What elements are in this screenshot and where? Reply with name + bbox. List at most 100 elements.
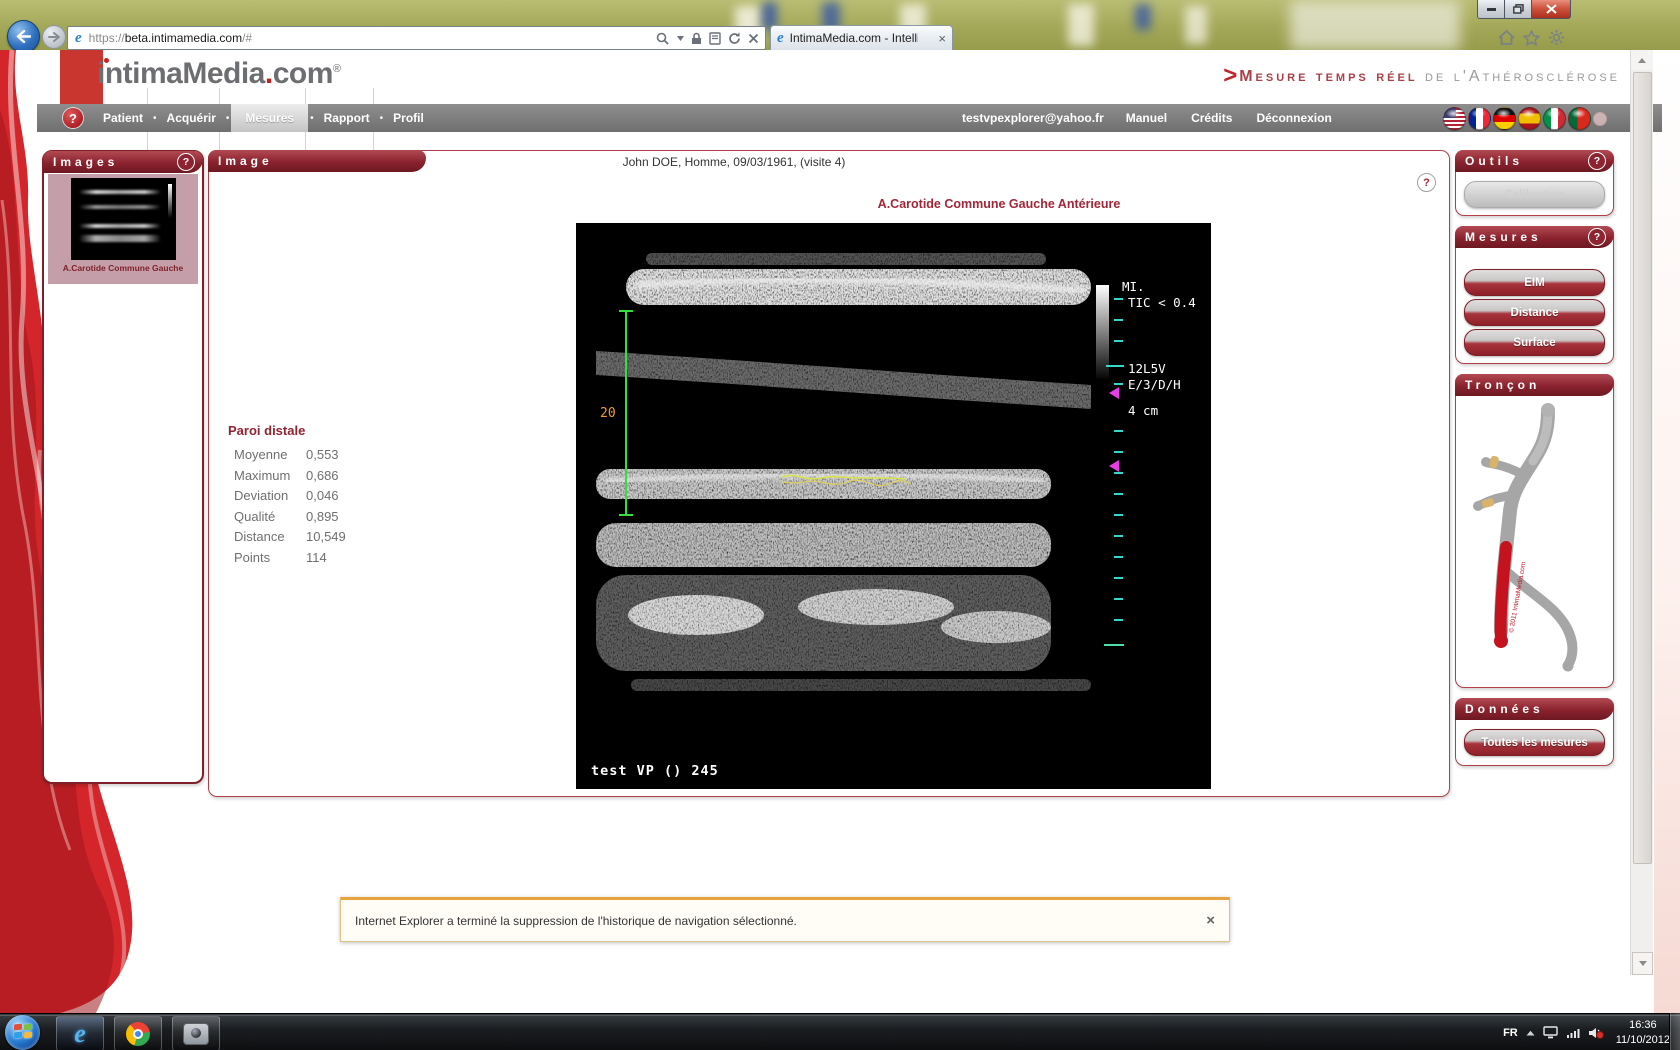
images-help-icon[interactable]: ? bbox=[177, 153, 195, 171]
taskbar-clock[interactable]: 16:36 11/10/2012 bbox=[1616, 1018, 1670, 1048]
chrome-icon bbox=[126, 1022, 150, 1046]
windows-flag-icon bbox=[24, 1032, 32, 1039]
troncon-panel: Tronçon © 2011 IntimaMedia.com bbox=[1455, 374, 1614, 688]
nav-item[interactable]: Rapport bbox=[316, 104, 378, 132]
show-desktop-button[interactable] bbox=[1669, 1013, 1680, 1050]
windows-flag-icon bbox=[14, 1032, 22, 1039]
measure-button[interactable]: Surface bbox=[1464, 329, 1605, 356]
flag-english-icon[interactable] bbox=[1443, 107, 1466, 130]
scrollbar-up-button[interactable] bbox=[1631, 50, 1653, 70]
system-tray: FR 16:36 11/10/2012 bbox=[1503, 1014, 1670, 1050]
tools-panel-title: Outils bbox=[1465, 154, 1523, 168]
tray-display-icon[interactable] bbox=[1543, 1026, 1558, 1039]
artery-diagram[interactable]: © 2011 IntimaMedia.com bbox=[1460, 401, 1610, 681]
address-bar[interactable]: e https://beta.intimamedia.com/# bbox=[67, 26, 766, 50]
flag-portuguese-icon[interactable] bbox=[1568, 107, 1591, 130]
nav-item[interactable]: Patient bbox=[95, 104, 151, 132]
page-right-strip bbox=[1654, 50, 1680, 1013]
ultrasound-thumbnail[interactable] bbox=[71, 178, 176, 260]
settings-button[interactable] bbox=[1545, 27, 1567, 48]
tray-volume-icon[interactable] bbox=[1588, 1027, 1602, 1039]
site-logo[interactable]: intimaMedia.com® bbox=[97, 57, 341, 91]
all-measures-button[interactable]: Toutes les mesures bbox=[1464, 729, 1605, 756]
measure-button[interactable]: Distance bbox=[1464, 299, 1605, 326]
troncon-panel-header: Tronçon bbox=[1455, 374, 1614, 396]
logo-dot: . bbox=[265, 57, 273, 90]
notification-close-icon[interactable]: × bbox=[1206, 913, 1215, 928]
tab-close-icon[interactable]: × bbox=[938, 32, 946, 45]
nav-link[interactable]: Manuel bbox=[1126, 111, 1167, 125]
language-indicator[interactable]: FR bbox=[1503, 1027, 1518, 1039]
data-panel: Données Toutes les mesures bbox=[1455, 698, 1614, 766]
search-icon[interactable] bbox=[656, 32, 670, 45]
ie-favicon: e bbox=[777, 31, 784, 46]
selected-artery-segment[interactable] bbox=[1501, 547, 1506, 639]
restore-icon bbox=[1513, 4, 1524, 14]
search-dropdown-icon[interactable] bbox=[677, 36, 684, 41]
measure-button[interactable]: EIM bbox=[1464, 269, 1605, 296]
close-button[interactable] bbox=[1531, 0, 1571, 19]
stop-icon[interactable] bbox=[748, 33, 759, 44]
home-button[interactable] bbox=[1495, 27, 1517, 48]
back-button[interactable] bbox=[7, 20, 40, 51]
monitor-icon bbox=[1543, 1026, 1558, 1039]
nav-item[interactable]: Mesures bbox=[231, 104, 308, 132]
forward-button[interactable] bbox=[42, 25, 66, 49]
start-button[interactable] bbox=[5, 1015, 40, 1050]
favorites-button[interactable] bbox=[1520, 27, 1542, 48]
stat-label: Points bbox=[234, 550, 306, 565]
refresh-icon[interactable] bbox=[728, 32, 741, 45]
camera-app-icon bbox=[183, 1023, 209, 1045]
flag-spanish-icon[interactable] bbox=[1518, 107, 1541, 130]
page-scrollbar[interactable] bbox=[1630, 50, 1653, 975]
nav-link[interactable]: Crédits bbox=[1191, 111, 1232, 125]
tools-help-icon[interactable]: ? bbox=[1588, 152, 1606, 170]
restore-button[interactable] bbox=[1504, 0, 1533, 19]
calibration-button: Calibration bbox=[1464, 181, 1605, 208]
nav-item[interactable]: Profil bbox=[385, 104, 432, 132]
taskbar-ie-button[interactable]: e bbox=[56, 1016, 104, 1050]
wallpaper-blob bbox=[1185, 6, 1207, 44]
show-hidden-icons-button[interactable] bbox=[1526, 1030, 1535, 1036]
grayscale-colorbar bbox=[1096, 285, 1109, 379]
echo-band bbox=[631, 679, 1091, 691]
measures-panel-header: Mesures ? bbox=[1455, 226, 1614, 248]
forward-arrow-icon bbox=[48, 32, 60, 42]
scroll-down-icon bbox=[1639, 961, 1647, 966]
wall-stats: Paroi distale Moyenne0,553Maximum0,686De… bbox=[228, 423, 346, 570]
scrollbar-down-button[interactable] bbox=[1632, 952, 1653, 975]
minimize-button[interactable] bbox=[1477, 0, 1506, 19]
nav-bullet: • bbox=[153, 113, 157, 124]
ultrasound-canvas: 20 MI. TIC < 0.4 12L5V E/3/D/H 4 cm test… bbox=[576, 223, 1211, 789]
echo-blob bbox=[628, 595, 764, 635]
ultrasound-image[interactable]: 20 MI. TIC < 0.4 12L5V E/3/D/H 4 cm test… bbox=[576, 223, 1211, 789]
close-icon bbox=[1546, 4, 1557, 14]
nav-bullet: • bbox=[380, 113, 384, 124]
echo-band bbox=[596, 469, 1051, 499]
stat-value: 0,553 bbox=[306, 447, 339, 462]
thumb-echo-line bbox=[79, 190, 161, 194]
stat-value: 0,895 bbox=[306, 509, 339, 524]
nav-link[interactable]: Déconnexion bbox=[1256, 111, 1331, 125]
image-thumbnail-item[interactable]: A.Carotide Commune Gauche bbox=[48, 174, 198, 284]
flag-italian-icon[interactable] bbox=[1543, 107, 1566, 130]
flag-german-icon[interactable] bbox=[1493, 107, 1516, 130]
tray-network-icon[interactable] bbox=[1566, 1027, 1580, 1039]
browser-tab[interactable]: e IntimaMedia.com - Intellig... × bbox=[770, 25, 953, 50]
home-icon bbox=[1498, 30, 1515, 45]
stat-row: Deviation0,046 bbox=[228, 488, 346, 509]
stat-row: Distance10,549 bbox=[228, 529, 346, 550]
compatibility-view-icon[interactable] bbox=[709, 32, 721, 45]
taskbar-capture-button[interactable] bbox=[172, 1016, 220, 1050]
taskbar-chrome-button[interactable] bbox=[114, 1016, 162, 1050]
url-text[interactable]: https://beta.intimamedia.com/# bbox=[89, 31, 252, 45]
nav-help-icon[interactable]: ? bbox=[63, 108, 83, 128]
flag-french-icon[interactable] bbox=[1468, 107, 1491, 130]
thumb-echo-line bbox=[79, 224, 161, 228]
images-panel-header: Images ? bbox=[43, 151, 203, 173]
nav-item[interactable]: Acquérir bbox=[159, 104, 224, 132]
echo-band bbox=[596, 523, 1051, 567]
scrollbar-thumb[interactable] bbox=[1633, 72, 1652, 864]
image-help-icon[interactable]: ? bbox=[1417, 173, 1436, 192]
measures-help-icon[interactable]: ? bbox=[1588, 228, 1606, 246]
